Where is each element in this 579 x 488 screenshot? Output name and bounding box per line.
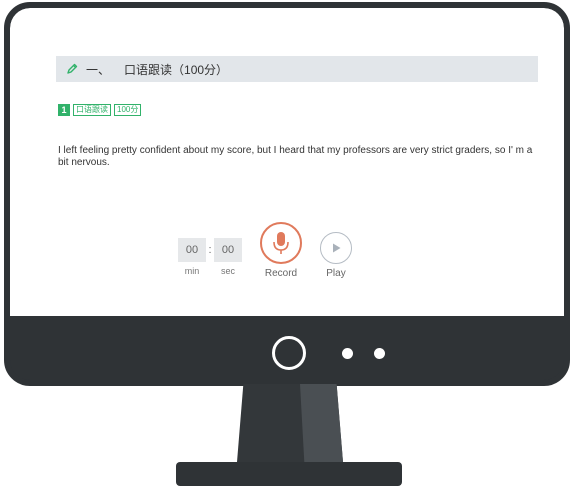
- record-label: Record: [264, 268, 298, 279]
- timer-minutes: 00 min: [178, 238, 206, 276]
- microphone-icon: [273, 232, 289, 254]
- section-number: 一、: [86, 62, 111, 77]
- timer-separator: :: [208, 244, 212, 256]
- question-tags: 1 口语跟读 100分: [58, 104, 142, 116]
- question-type-tag: 口语跟读: [73, 104, 111, 116]
- question-score-tag: 100分: [114, 104, 142, 116]
- minutes-value: 00: [178, 238, 206, 262]
- screen: 一、 口语跟读（100分） 1 口语跟读 100分 I left feeling…: [10, 8, 564, 316]
- seconds-label: sec: [220, 266, 235, 276]
- indicator-dot-1: [342, 348, 353, 359]
- section-title: 口语跟读（100分）: [124, 62, 229, 77]
- monitor-stand-shade: [300, 384, 343, 462]
- play-label: Play: [326, 268, 346, 279]
- monitor-frame: 一、 口语跟读（100分） 1 口语跟读 100分 I left feeling…: [4, 2, 570, 386]
- timer-seconds: 00 sec: [214, 238, 242, 276]
- minutes-label: min: [184, 266, 200, 276]
- power-button: [272, 336, 306, 370]
- play-icon: [333, 243, 341, 253]
- reading-passage: I left feeling pretty confident about my…: [58, 145, 533, 168]
- play-button[interactable]: [320, 232, 352, 264]
- section-header: 一、 口语跟读（100分）: [56, 56, 538, 82]
- indicator-dot-2: [374, 348, 385, 359]
- pencil-icon: [66, 63, 78, 75]
- seconds-value: 00: [214, 238, 242, 262]
- monitor-stand-base: [176, 462, 402, 486]
- play-control: Play: [320, 232, 352, 279]
- record-control: Record: [260, 222, 302, 279]
- record-button[interactable]: [260, 222, 302, 264]
- question-index-badge: 1: [58, 104, 70, 116]
- timer: 00 min : 00 sec: [178, 238, 242, 276]
